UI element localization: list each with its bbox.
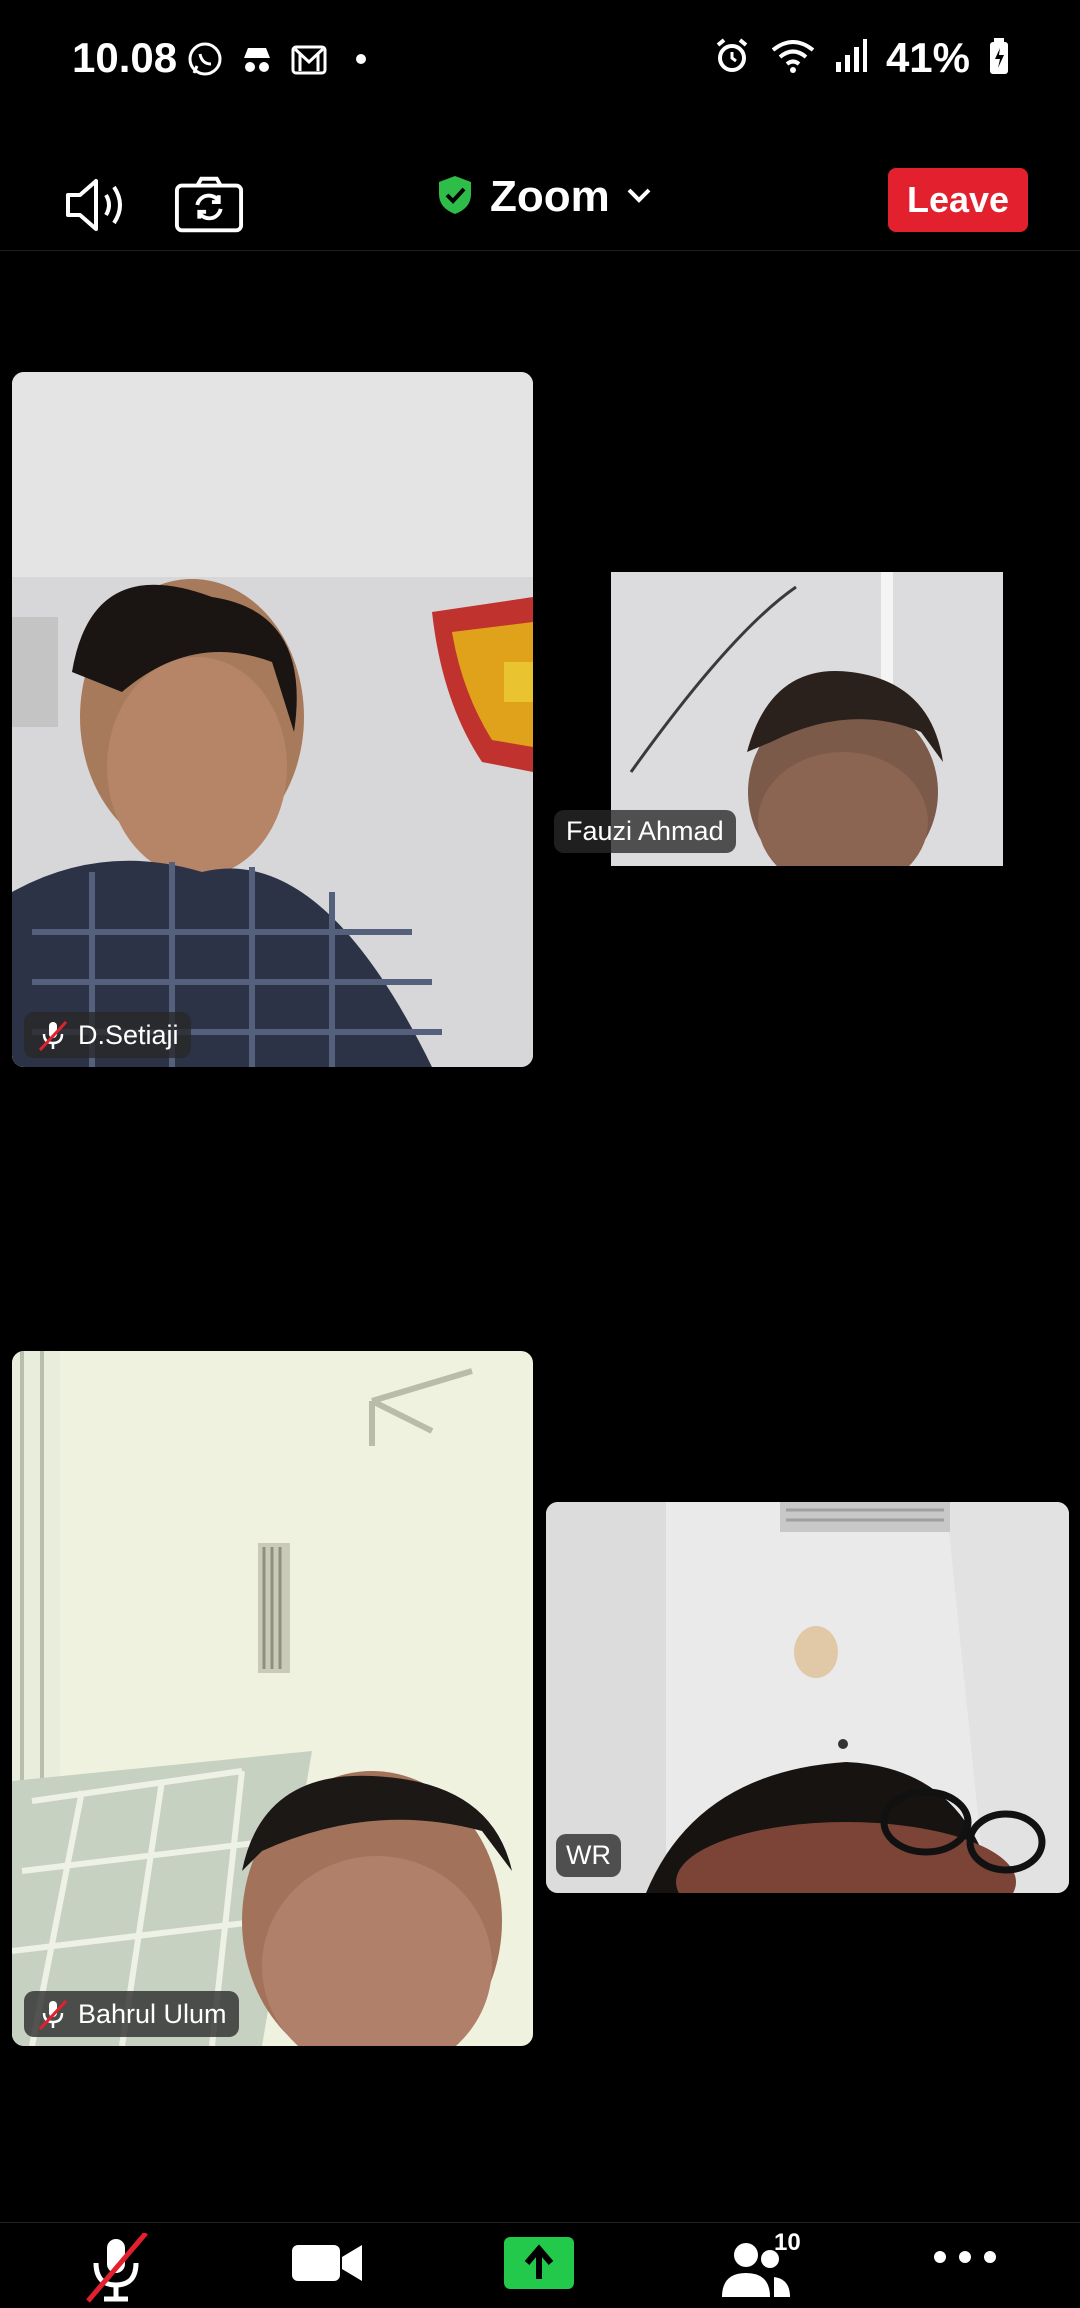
meeting-title: Zoom (490, 172, 610, 221)
participant-nametag: Fauzi Ahmad (554, 810, 736, 853)
signal-icon (834, 36, 868, 81)
dot-icon (342, 40, 380, 78)
mute-mic-icon (80, 2231, 152, 2308)
leave-button[interactable]: Leave (888, 168, 1028, 232)
battery-icon (988, 36, 1010, 81)
participants-icon: 10 (716, 2229, 801, 2306)
video-tile-participant-4[interactable]: WR (546, 1502, 1069, 1893)
chevron-down-icon (626, 186, 652, 209)
clock-time: 10.08 (72, 34, 178, 81)
video-tile-participant-3[interactable]: Bahrul Ulum (12, 1351, 533, 2046)
gmail-icon (290, 40, 328, 78)
participant-video-feed (12, 1351, 533, 2046)
muted-mic-icon (36, 1018, 70, 1052)
shield-check-icon (436, 174, 474, 221)
speaker-icon[interactable] (62, 170, 132, 240)
incognito-icon (238, 40, 276, 78)
whatsapp-icon (186, 40, 224, 78)
status-bar: 10.08 41% (0, 0, 1080, 120)
participant-name: D.Setiaji (78, 1019, 179, 1050)
participant-name: Fauzi Ahmad (566, 816, 724, 846)
meeting-top-bar: Zoom Leave (0, 150, 1080, 251)
battery-percent: 41% (885, 34, 970, 81)
participants-button[interactable]: 10 (716, 2229, 801, 2306)
participant-name: WR (566, 1840, 611, 1870)
alarm-icon (712, 36, 752, 81)
meeting-toolbar: 10 (0, 2222, 1080, 2303)
video-tile-participant-1[interactable]: D.Setiaji (12, 372, 533, 1067)
more-icon (930, 2245, 1000, 2274)
more-button[interactable] (930, 2245, 1000, 2274)
participant-nametag: D.Setiaji (24, 1012, 191, 1058)
share-screen-icon (504, 2237, 574, 2294)
video-button[interactable] (290, 2233, 364, 2298)
mute-button[interactable] (80, 2231, 152, 2308)
participant-count: 10 (774, 2229, 801, 2256)
video-camera-icon (290, 2233, 364, 2298)
switch-camera-icon[interactable] (174, 170, 244, 240)
participant-video-feed (546, 1502, 1069, 1893)
notification-icons (186, 40, 380, 78)
meeting-title-dropdown[interactable]: Zoom (436, 172, 652, 222)
participant-name: Bahrul Ulum (78, 1998, 227, 2029)
wifi-icon (770, 36, 816, 81)
participant-nametag: WR (556, 1834, 621, 1877)
muted-mic-icon (36, 1997, 70, 2031)
participant-nametag: Bahrul Ulum (24, 1991, 239, 2037)
participant-video-feed (12, 372, 533, 1067)
share-button[interactable] (504, 2237, 574, 2294)
